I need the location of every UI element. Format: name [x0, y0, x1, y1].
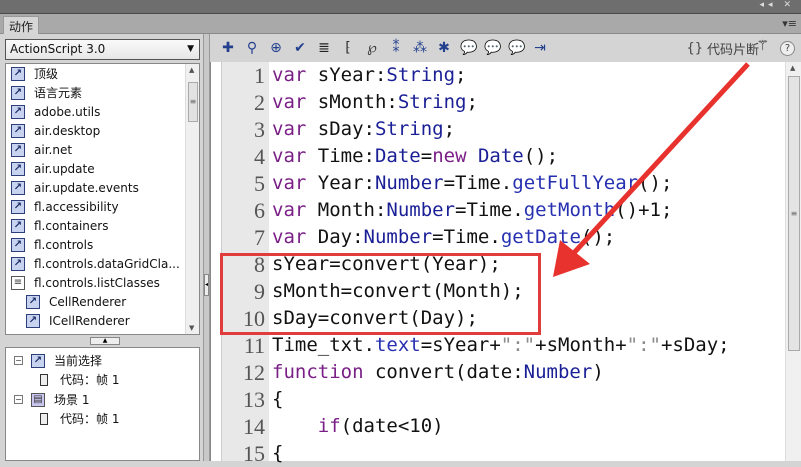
arrow-shaft	[570, 62, 750, 257]
annotation-arrow	[553, 62, 750, 277]
arrow-head	[553, 240, 590, 277]
